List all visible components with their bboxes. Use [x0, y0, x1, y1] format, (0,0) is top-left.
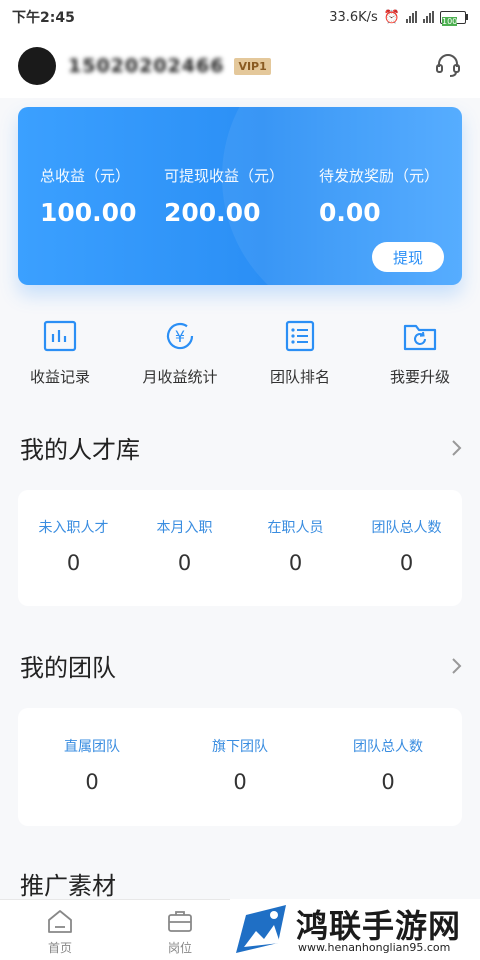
withdraw-button[interactable]: 提现 [372, 242, 444, 272]
briefcase-icon [168, 911, 192, 932]
profile-header: 15020202466 VIP1 [0, 34, 480, 98]
quick-monthly-stats[interactable]: ¥ 月收益统计 [120, 318, 240, 398]
bar-chart-icon [43, 320, 77, 352]
quick-team-ranking[interactable]: 团队排名 [240, 318, 360, 398]
quick-label: 月收益统计 [142, 368, 218, 386]
signal-icon-2 [423, 11, 434, 23]
watermark-logo [236, 905, 286, 953]
yuan-circle-icon: ¥ [166, 322, 194, 350]
withdrawable-earnings: 可提现收益（元） 200.00 [164, 165, 284, 227]
pending-value: 0.00 [319, 198, 381, 227]
talent-panel: 未入职人才 0 本月入职 0 在职人员 0 团队总人数 0 [18, 490, 462, 606]
stat-value: 0 [177, 551, 192, 575]
stat-value: 0 [288, 551, 303, 575]
talent-stat[interactable]: 未入职人才 0 [18, 517, 129, 606]
stat-value: 0 [66, 551, 81, 575]
talent-section-title: 我的人才库 [20, 436, 140, 464]
withdrawable-label: 可提现收益（元） [164, 167, 285, 185]
talent-stat[interactable]: 在职人员 0 [240, 517, 351, 606]
stat-value: 0 [399, 551, 414, 575]
team-stat[interactable]: 旗下团队 0 [166, 736, 314, 826]
tab-home[interactable]: 首页 [30, 906, 90, 956]
quick-earnings-record[interactable]: 收益记录 [0, 318, 120, 398]
quick-label: 收益记录 [29, 368, 90, 386]
withdrawable-value: 200.00 [164, 198, 261, 227]
chevron-right-icon[interactable] [450, 439, 462, 457]
pending-rewards: 待发放奖励（元） 0.00 [319, 165, 439, 227]
site-watermark: 鸿联手游网 www.henanhonglian95.com [230, 899, 480, 960]
chevron-right-icon[interactable] [450, 657, 462, 675]
status-bar: 下午2:45 33.6K/s ⏰ 100 [0, 0, 480, 34]
team-panel: 直属团队 0 旗下团队 0 团队总人数 0 [18, 708, 462, 826]
tab-jobs[interactable]: 岗位 [150, 906, 210, 956]
stat-value: 0 [381, 770, 395, 794]
watermark-url: www.henanhonglian95.com [298, 941, 451, 954]
balance-card: 总收益（元） 100.00 可提现收益（元） 200.00 待发放奖励（元） 0… [18, 107, 462, 285]
total-earnings: 总收益（元） 100.00 [40, 165, 136, 227]
stat-label: 本月入职 [156, 520, 213, 536]
quick-upgrade[interactable]: 我要升级 [360, 318, 480, 398]
stat-label: 旗下团队 [212, 739, 268, 755]
total-earnings-label: 总收益（元） [40, 167, 131, 185]
team-stat[interactable]: 团队总人数 0 [314, 736, 462, 826]
network-speed: 33.6K/s [329, 9, 378, 25]
stat-label: 在职人员 [267, 520, 324, 536]
vip-badge: VIP1 [234, 57, 271, 75]
list-icon [285, 320, 315, 352]
stat-value: 0 [233, 770, 247, 794]
user-phone: 15020202466 [68, 55, 225, 77]
signal-icon [406, 11, 417, 23]
quick-nav: 收益记录 ¥ 月收益统计 团队排名 我要升级 [0, 318, 480, 398]
team-section-title: 我的团队 [20, 654, 116, 682]
stat-label: 团队总人数 [371, 520, 442, 536]
total-earnings-value: 100.00 [40, 198, 137, 227]
promo-section-title: 推广素材 [20, 872, 116, 900]
battery-icon: 100 [440, 10, 468, 26]
talent-stat[interactable]: 团队总人数 0 [351, 517, 462, 606]
team-stat[interactable]: 直属团队 0 [18, 736, 166, 826]
alarm-icon: ⏰ [383, 9, 400, 25]
stat-label: 团队总人数 [353, 739, 423, 755]
talent-stat[interactable]: 本月入职 0 [129, 517, 240, 606]
status-time: 下午2:45 [12, 10, 75, 26]
svg-text:¥: ¥ [175, 327, 185, 346]
pending-label: 待发放奖励（元） [319, 167, 440, 185]
home-icon [48, 910, 72, 933]
stat-label: 直属团队 [64, 739, 120, 755]
tab-label: 岗位 [167, 941, 192, 955]
tab-label: 首页 [47, 941, 72, 955]
stat-value: 0 [85, 770, 99, 794]
stat-label: 未入职人才 [38, 520, 109, 536]
quick-label: 团队排名 [269, 368, 330, 386]
folder-refresh-icon [403, 324, 437, 351]
battery-level: 100 [442, 16, 458, 26]
quick-label: 我要升级 [389, 368, 450, 386]
customer-service-icon[interactable] [434, 52, 462, 80]
avatar[interactable] [18, 47, 56, 85]
